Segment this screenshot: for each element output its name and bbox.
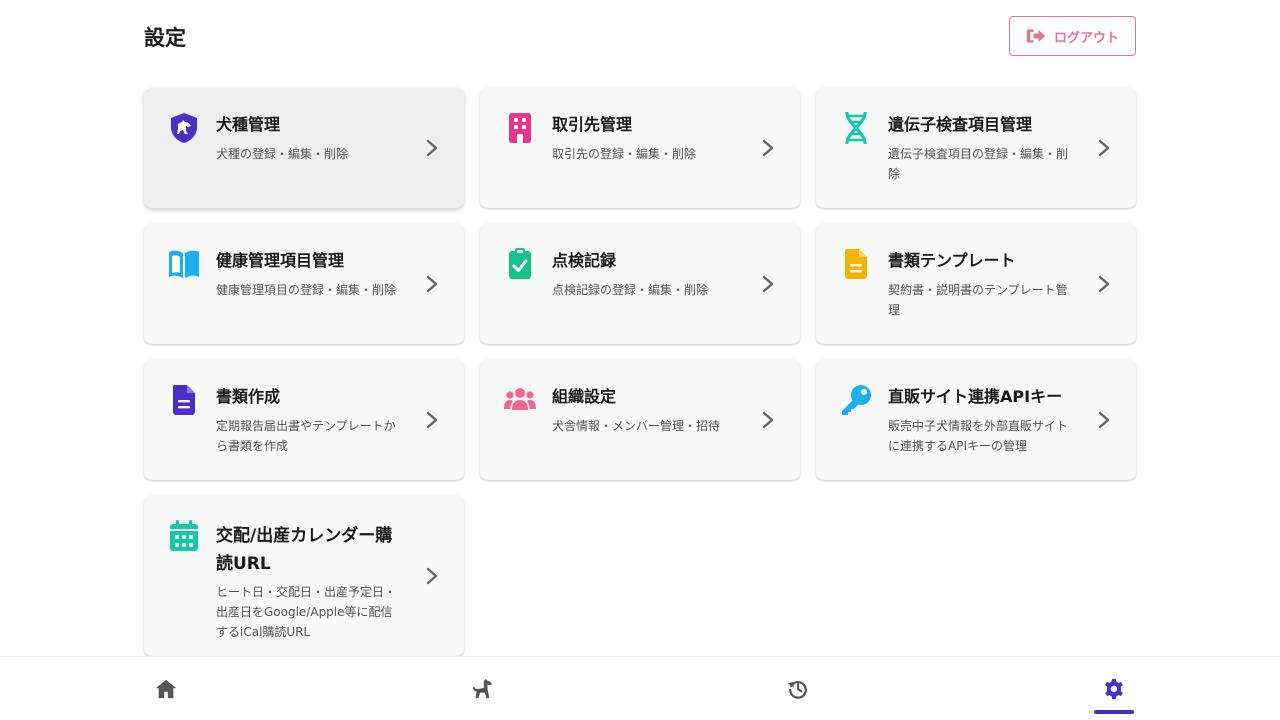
card-text: 犬種管理 犬種の登録・編集・削除 <box>216 114 404 164</box>
dog-shield-icon <box>168 112 200 144</box>
home-icon <box>155 679 177 699</box>
card-title: 書類テンプレート <box>888 251 1016 270</box>
logout-icon <box>1026 29 1046 43</box>
card-description: 販売中子犬情報を外部直販サイトに連携するAPIキーの管理 <box>888 419 1069 453</box>
chevron-right-icon <box>760 410 776 430</box>
chevron-right-icon <box>1096 274 1112 294</box>
card-text: 直販サイト連携APIキー 販売中子犬情報を外部直販サイトに連携するAPIキーの管… <box>888 386 1076 456</box>
card-text: 健康管理項目管理 健康管理項目の登録・編集・削除 <box>216 250 404 300</box>
chevron-right-icon <box>424 274 440 294</box>
chevron-right-icon <box>424 138 440 158</box>
nav-dogs[interactable] <box>452 657 512 720</box>
card-text: 点検記録 点検記録の登録・編集・削除 <box>552 250 740 300</box>
settings-card-calendar-url[interactable]: 交配/出産カレンダー購読URL ヒート日・交配日・出産予定日・出産日をGoogl… <box>144 496 464 656</box>
key-icon <box>840 384 872 416</box>
chevron-right-icon <box>1096 138 1112 158</box>
card-title: 取引先管理 <box>552 115 633 134</box>
file-lines-icon <box>840 248 872 280</box>
chevron-right-icon <box>424 566 440 586</box>
gear-icon <box>1105 678 1123 700</box>
card-description: 犬種の登録・編集・削除 <box>216 147 349 161</box>
settings-grid: 犬種管理 犬種の登録・編集・削除 取引先管理 取引先の登録・編集・削除 遺伝子検… <box>144 88 1136 656</box>
card-description: 契約書・説明書のテンプレート管理 <box>888 283 1068 317</box>
settings-card-api-key[interactable]: 直販サイト連携APIキー 販売中子犬情報を外部直販サイトに連携するAPIキーの管… <box>816 360 1136 480</box>
building-icon <box>504 112 536 144</box>
nav-home[interactable] <box>136 657 196 720</box>
dog-icon <box>472 678 493 699</box>
logout-button[interactable]: ログアウト <box>1009 16 1136 56</box>
settings-card-gene-test[interactable]: 遺伝子検査項目管理 遺伝子検査項目の登録・編集・削除 <box>816 88 1136 208</box>
card-title: 書類作成 <box>216 387 281 406</box>
card-text: 書類作成 定期報告届出書やテンプレートから書類を作成 <box>216 386 404 456</box>
settings-card-doc-create[interactable]: 書類作成 定期報告届出書やテンプレートから書類を作成 <box>144 360 464 480</box>
chevron-right-icon <box>760 274 776 294</box>
file-text-icon <box>168 384 200 416</box>
card-description: 取引先の登録・編集・削除 <box>552 147 697 161</box>
card-title: 犬種管理 <box>216 115 281 134</box>
card-description: 定期報告届出書やテンプレートから書類を作成 <box>216 419 396 453</box>
active-tab-indicator <box>1094 710 1134 714</box>
card-description: 点検記録の登録・編集・削除 <box>552 283 709 297</box>
settings-card-doc-template[interactable]: 書類テンプレート 契約書・説明書のテンプレート管理 <box>816 224 1136 344</box>
card-text: 交配/出産カレンダー購読URL ヒート日・交配日・出産予定日・出産日をGoogl… <box>216 522 404 642</box>
chevron-right-icon <box>1096 410 1112 430</box>
clipboard-check-icon <box>504 248 536 280</box>
card-text: 取引先管理 取引先の登録・編集・削除 <box>552 114 740 164</box>
card-description: 健康管理項目の登録・編集・削除 <box>216 283 397 297</box>
chevron-right-icon <box>760 138 776 158</box>
nav-settings[interactable] <box>1084 657 1144 720</box>
card-text: 組織設定 犬舎情報・メンバー管理・招待 <box>552 386 740 436</box>
chevron-right-icon <box>424 410 440 430</box>
nav-history[interactable] <box>768 657 828 720</box>
calendar-icon <box>168 520 200 552</box>
card-title: 直販サイト連携APIキー <box>888 387 1063 406</box>
card-description: 遺伝子検査項目の登録・編集・削除 <box>888 147 1069 181</box>
card-title: 健康管理項目管理 <box>216 251 345 270</box>
logout-label: ログアウト <box>1053 29 1119 45</box>
page-header: 設定 ログアウト <box>144 16 1136 56</box>
card-title: 点検記録 <box>552 251 617 270</box>
card-title: 交配/出産カレンダー購読URL <box>216 526 393 574</box>
settings-card-breed[interactable]: 犬種管理 犬種の登録・編集・削除 <box>144 88 464 208</box>
book-open-icon <box>168 248 200 280</box>
settings-card-partner[interactable]: 取引先管理 取引先の登録・編集・削除 <box>480 88 800 208</box>
card-description: ヒート日・交配日・出産予定日・出産日をGoogle/Apple等に配信するiCa… <box>216 585 397 639</box>
card-description: 犬舎情報・メンバー管理・招待 <box>552 419 721 433</box>
card-title: 組織設定 <box>552 387 617 406</box>
settings-card-inspection[interactable]: 点検記録 点検記録の登録・編集・削除 <box>480 224 800 344</box>
dna-icon <box>840 112 872 144</box>
bottom-nav <box>0 656 1280 720</box>
card-title: 遺伝子検査項目管理 <box>888 115 1033 134</box>
settings-card-organization[interactable]: 組織設定 犬舎情報・メンバー管理・招待 <box>480 360 800 480</box>
page-title: 設定 <box>144 26 186 50</box>
history-icon <box>787 681 807 699</box>
card-text: 遺伝子検査項目管理 遺伝子検査項目の登録・編集・削除 <box>888 114 1076 184</box>
card-text: 書類テンプレート 契約書・説明書のテンプレート管理 <box>888 250 1076 320</box>
users-icon <box>504 384 536 416</box>
settings-card-health[interactable]: 健康管理項目管理 健康管理項目の登録・編集・削除 <box>144 224 464 344</box>
